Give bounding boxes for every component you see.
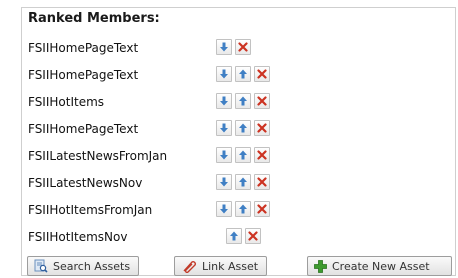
member-name: FSIILatestNewsNov xyxy=(28,176,143,190)
move-up-button[interactable] xyxy=(235,120,251,136)
search-assets-button[interactable]: Search Assets xyxy=(27,256,140,276)
remove-member-button[interactable] xyxy=(254,174,270,190)
remove-member-button[interactable] xyxy=(235,39,251,55)
up-arrow-icon xyxy=(238,177,248,187)
create-new-asset-button[interactable]: Create New Asset xyxy=(307,256,452,276)
down-arrow-icon xyxy=(219,204,229,214)
member-row: FSIIHomePageText xyxy=(22,120,455,140)
create-new-asset-label: Create New Asset xyxy=(332,259,430,273)
remove-x-icon xyxy=(248,231,258,241)
ranked-members-heading: Ranked Members: xyxy=(28,11,160,26)
move-down-button[interactable] xyxy=(216,147,232,163)
down-arrow-icon xyxy=(219,123,229,133)
move-down-button[interactable] xyxy=(216,93,232,109)
link-asset-label: Link Asset xyxy=(202,259,259,273)
move-up-button[interactable] xyxy=(235,147,251,163)
down-arrow-icon xyxy=(219,69,229,79)
member-name: FSIIHomePageText xyxy=(28,122,139,136)
member-name: FSIIHotItemsFromJan xyxy=(28,203,153,217)
move-up-button[interactable] xyxy=(235,174,251,190)
up-arrow-icon xyxy=(238,204,248,214)
member-row: FSIIHotItems xyxy=(22,93,455,113)
member-row: FSIIHomePageText xyxy=(22,39,455,59)
up-arrow-icon xyxy=(229,231,239,241)
search-assets-label: Search Assets xyxy=(53,259,131,273)
member-name: FSIIHotItemsNov xyxy=(28,230,128,244)
move-up-button[interactable] xyxy=(235,66,251,82)
member-row: FSIILatestNewsNov xyxy=(22,174,455,194)
down-arrow-icon xyxy=(219,96,229,106)
move-up-button[interactable] xyxy=(235,201,251,217)
up-arrow-icon xyxy=(238,150,248,160)
member-name: FSIILatestNewsFromJan xyxy=(28,149,168,163)
move-down-button[interactable] xyxy=(216,201,232,217)
member-name: FSIIHomePageText xyxy=(28,41,139,55)
search-assets-icon xyxy=(34,259,48,273)
move-up-button[interactable] xyxy=(235,93,251,109)
member-row: FSIIHomePageText xyxy=(22,66,455,86)
remove-x-icon xyxy=(238,42,248,52)
paperclip-icon xyxy=(181,259,197,273)
down-arrow-icon xyxy=(219,150,229,160)
link-asset-button[interactable]: Link Asset xyxy=(174,256,268,276)
up-arrow-icon xyxy=(238,123,248,133)
move-down-button[interactable] xyxy=(216,120,232,136)
remove-member-button[interactable] xyxy=(254,120,270,136)
plus-icon xyxy=(314,259,327,273)
remove-member-button[interactable] xyxy=(254,201,270,217)
move-up-button[interactable] xyxy=(226,228,242,244)
remove-x-icon xyxy=(257,150,267,160)
member-row: FSIIHotItemsFromJan xyxy=(22,201,455,221)
remove-member-button[interactable] xyxy=(254,66,270,82)
down-arrow-icon xyxy=(219,42,229,52)
member-row: FSIIHotItemsNov xyxy=(22,228,455,248)
move-down-button[interactable] xyxy=(216,39,232,55)
ranked-members-panel: Ranked Members: FSIIHomePageText FSIIHome… xyxy=(21,7,456,276)
move-down-button[interactable] xyxy=(216,174,232,190)
up-arrow-icon xyxy=(238,96,248,106)
remove-x-icon xyxy=(257,177,267,187)
up-arrow-icon xyxy=(238,69,248,79)
remove-x-icon xyxy=(257,204,267,214)
remove-x-icon xyxy=(257,69,267,79)
move-down-button[interactable] xyxy=(216,66,232,82)
remove-x-icon xyxy=(257,123,267,133)
remove-member-button[interactable] xyxy=(254,93,270,109)
remove-member-button[interactable] xyxy=(245,228,261,244)
member-row: FSIILatestNewsFromJan xyxy=(22,147,455,167)
member-name: FSIIHomePageText xyxy=(28,68,139,82)
member-name: FSIIHotItems xyxy=(28,95,105,109)
remove-x-icon xyxy=(257,96,267,106)
remove-member-button[interactable] xyxy=(254,147,270,163)
down-arrow-icon xyxy=(219,177,229,187)
